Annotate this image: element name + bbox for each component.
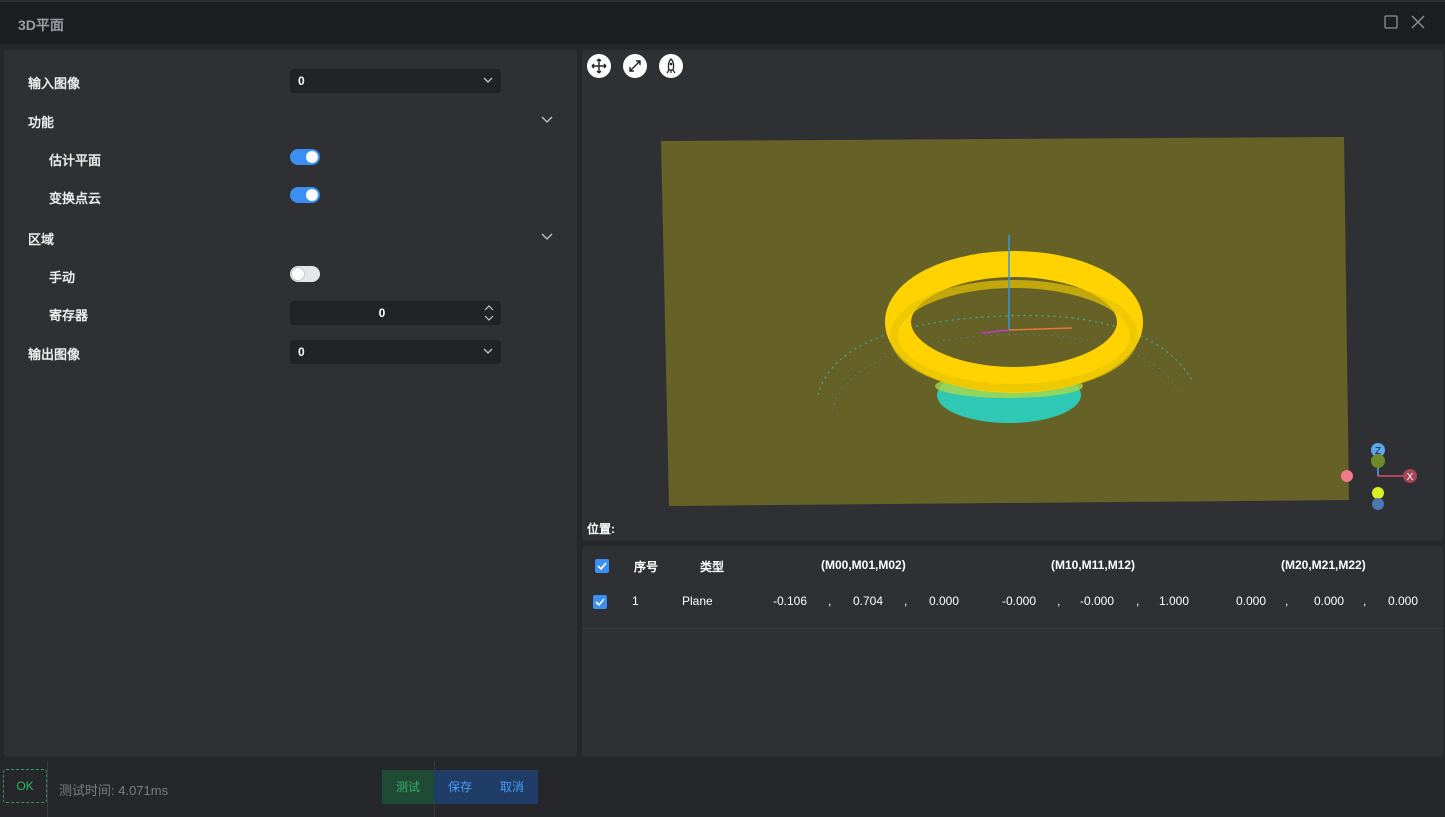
output-image-value: 0	[298, 345, 305, 359]
select-all-checkbox[interactable]	[595, 559, 609, 573]
param-output-image: 输出图像 0	[4, 340, 577, 364]
cell-m02: 0.000	[928, 594, 959, 608]
result-table: 序号 类型 (M00,M01,M02) (M10,M11,M12) (M20,M…	[582, 546, 1443, 757]
input-image-select[interactable]: 0	[290, 69, 501, 93]
rocket-icon	[666, 58, 676, 74]
cell-sep: ,	[1057, 594, 1061, 608]
header-m1: (M10,M11,M12)	[1051, 558, 1136, 572]
chevron-down-icon	[483, 348, 493, 354]
gizmo-neg-y-handle	[1372, 487, 1384, 499]
param-estimate-plane: 估计平面	[4, 146, 577, 170]
input-image-label: 输入图像	[28, 76, 81, 91]
window-title: 3D平面	[18, 17, 64, 33]
cell-m10: -0.000	[1001, 594, 1036, 608]
transform-cloud-label: 变换点云	[49, 191, 102, 206]
test-button[interactable]: 测试	[382, 770, 434, 804]
maximize-icon[interactable]	[1383, 14, 1401, 32]
toggle-knob	[306, 189, 318, 201]
output-image-label: 输出图像	[28, 347, 81, 362]
header-index: 序号	[634, 560, 659, 574]
cell-index: 1	[632, 594, 639, 608]
estimate-plane-label: 估计平面	[49, 153, 102, 168]
fit-view-button[interactable]	[623, 54, 647, 78]
check-icon	[595, 598, 605, 607]
row-divider	[582, 628, 1443, 629]
gizmo-neg-x-handle	[1341, 470, 1353, 482]
cell-m00: -0.106	[772, 594, 807, 608]
cell-m21: 0.000	[1313, 594, 1344, 608]
cell-sep: ,	[828, 594, 832, 608]
gizmo-neg-z-handle	[1372, 498, 1384, 510]
fit-icon	[629, 60, 641, 72]
toggle-knob	[292, 268, 304, 280]
cell-m20: 0.000	[1235, 594, 1266, 608]
divider	[47, 762, 48, 817]
manual-toggle[interactable]	[290, 266, 320, 282]
param-input-image: 输入图像 0	[4, 69, 577, 93]
status-badge: OK	[3, 769, 47, 803]
save-button[interactable]: 保存	[434, 770, 486, 804]
register-label: 寄存器	[49, 308, 89, 323]
spin-arrows-icon[interactable]	[483, 303, 495, 323]
position-label: 位置:	[587, 522, 615, 536]
manual-label: 手动	[49, 270, 76, 285]
output-image-select[interactable]: 0	[290, 340, 501, 364]
register-value: 0	[378, 306, 386, 320]
cell-sep: ,	[1363, 594, 1367, 608]
estimate-plane-toggle[interactable]	[290, 149, 320, 165]
cell-m11: -0.000	[1079, 594, 1114, 608]
close-icon[interactable]	[1410, 14, 1428, 32]
cell-m12: 1.000	[1158, 594, 1189, 608]
test-timing: 测试时间: 4.071ms	[59, 783, 169, 798]
param-manual: 手动	[4, 263, 577, 287]
cell-sep: ,	[1285, 594, 1289, 608]
header-type: 类型	[700, 560, 725, 574]
chevron-down-icon[interactable]	[541, 114, 553, 124]
3d-viewport[interactable]: Z X	[582, 50, 1443, 541]
chevron-down-icon[interactable]	[541, 231, 553, 241]
check-icon	[597, 562, 607, 571]
region-group-label: 区域	[28, 232, 55, 247]
cell-sep: ,	[904, 594, 908, 608]
param-transform-cloud: 变换点云	[4, 184, 577, 208]
cancel-button[interactable]: 取消	[486, 770, 538, 804]
fitted-plane	[661, 137, 1349, 506]
gizmo-y-handle	[1371, 454, 1385, 468]
header-m2: (M20,M21,M22)	[1281, 558, 1366, 572]
group-function[interactable]: 功能	[4, 108, 577, 132]
parameter-panel: 输入图像 0 功能 估计平面 变换点云 区域 手动 寄存器 0 输出图像 0	[4, 50, 577, 757]
cell-type: Plane	[682, 594, 713, 608]
register-spinbox[interactable]: 0	[290, 301, 501, 325]
move-tool-button[interactable]	[587, 54, 611, 78]
gizmo-x-label: X	[1407, 472, 1414, 483]
move-icon	[591, 58, 607, 74]
cell-m01: 0.704	[852, 594, 883, 608]
footer-bar: OK 测试时间: 4.071ms 测试 保存 取消	[0, 762, 1445, 817]
header-m0: (M00,M01,M02)	[821, 558, 906, 572]
row-checkbox[interactable]	[593, 595, 607, 609]
reset-view-button[interactable]	[659, 54, 683, 78]
input-image-value: 0	[298, 74, 305, 88]
chevron-down-icon	[483, 77, 493, 83]
function-group-label: 功能	[28, 115, 55, 130]
title-bar: 3D平面	[0, 0, 1445, 44]
transform-cloud-toggle[interactable]	[290, 187, 320, 203]
group-region[interactable]: 区域	[4, 225, 577, 249]
toggle-knob	[306, 151, 318, 163]
3d-viewer-panel: Z X 位置:	[582, 50, 1443, 541]
cell-m22: 0.000	[1387, 594, 1418, 608]
param-register: 寄存器 0	[4, 301, 577, 325]
